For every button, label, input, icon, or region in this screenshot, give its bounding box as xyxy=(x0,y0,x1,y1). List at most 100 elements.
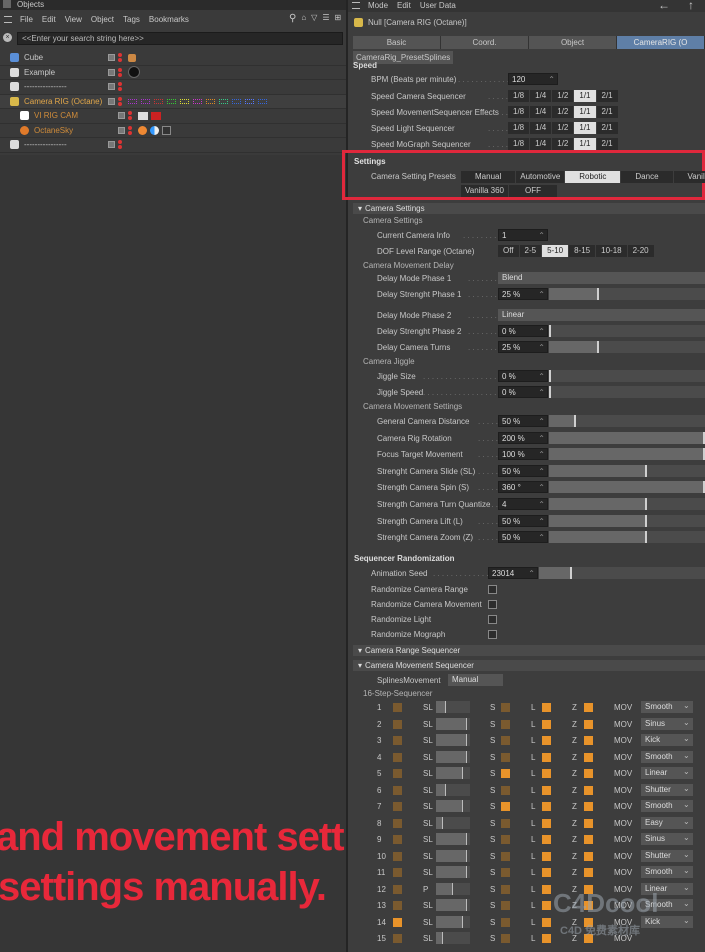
slider-handle[interactable] xyxy=(549,481,705,494)
lift-toggle[interactable] xyxy=(542,818,551,828)
stepper-arrows-icon[interactable]: ⌃ xyxy=(538,482,545,493)
lift-toggle[interactable] xyxy=(542,785,551,795)
stepper-arrows-icon[interactable]: ⌃ xyxy=(538,387,545,398)
slider-handle[interactable] xyxy=(539,567,572,579)
menu-object[interactable]: Object xyxy=(91,13,114,26)
slider-handle[interactable] xyxy=(549,431,705,444)
tag-icon[interactable] xyxy=(206,98,215,104)
jiggle-slider[interactable] xyxy=(549,386,705,398)
lift-toggle[interactable] xyxy=(542,802,551,811)
spin-toggle[interactable] xyxy=(501,736,510,745)
visibility-checkbox[interactable] xyxy=(108,141,115,149)
render-dots[interactable] xyxy=(118,82,122,92)
render-visibility-dot[interactable] xyxy=(118,87,122,92)
option-2-20[interactable]: 2-20 xyxy=(627,245,654,257)
chevron-down-icon[interactable]: ⌄ xyxy=(683,866,690,875)
object-name[interactable]: Cube xyxy=(24,53,108,62)
lift-toggle[interactable] xyxy=(542,752,551,762)
render-visibility-dot[interactable] xyxy=(128,130,132,135)
lift-toggle[interactable] xyxy=(542,835,551,844)
spin-toggle[interactable] xyxy=(501,884,510,894)
chevron-down-icon[interactable]: ⌄ xyxy=(683,817,690,826)
expand-icon[interactable]: ⊞ xyxy=(335,13,342,24)
lift-toggle[interactable] xyxy=(542,868,551,877)
step-toggle[interactable] xyxy=(393,769,402,778)
option-1/4[interactable]: 1/4 xyxy=(530,106,552,118)
slider-handle[interactable] xyxy=(549,386,551,398)
slider-handle[interactable] xyxy=(436,915,463,928)
tag-icon[interactable] xyxy=(128,98,137,104)
step-slider[interactable] xyxy=(436,783,470,796)
render-dots[interactable] xyxy=(118,67,122,77)
stepper-arrows-icon[interactable]: ⌃ xyxy=(538,342,545,353)
range-sequencer-section[interactable]: ▾ Camera Range Sequencer xyxy=(353,645,705,656)
delay-slider[interactable] xyxy=(549,325,705,337)
option-1/1[interactable]: 1/1 xyxy=(574,90,596,102)
slider-handle[interactable] xyxy=(436,783,446,796)
jiggle-slider[interactable] xyxy=(549,370,705,382)
visibility-checkbox[interactable] xyxy=(108,83,115,91)
menu-edit[interactable]: Edit xyxy=(42,13,56,26)
step-slider[interactable] xyxy=(436,734,470,746)
clear-search-icon[interactable]: × xyxy=(3,33,12,42)
option-1/1[interactable]: 1/1 xyxy=(574,106,596,118)
zoom-toggle[interactable] xyxy=(584,851,593,861)
zoom-toggle[interactable] xyxy=(584,736,593,745)
editor-visibility-dot[interactable] xyxy=(118,140,122,145)
option-2/1[interactable]: 2/1 xyxy=(596,106,618,118)
splines-movement-dropdown[interactable]: Manual xyxy=(448,674,503,686)
collapse-arrow-icon[interactable]: ▾ xyxy=(358,646,362,655)
chevron-down-icon[interactable]: ⌄ xyxy=(683,751,690,760)
stepper-arrows-icon[interactable]: ⌃ xyxy=(528,568,535,579)
slider-handle[interactable] xyxy=(549,288,599,300)
menu-edit[interactable]: Edit xyxy=(397,0,411,12)
step-toggle[interactable] xyxy=(393,752,402,762)
step-slider[interactable] xyxy=(436,816,470,829)
render-visibility-dot[interactable] xyxy=(118,72,122,77)
tab-2[interactable]: Object xyxy=(529,36,617,49)
zoom-toggle[interactable] xyxy=(584,785,593,795)
object-row[interactable]: VI RIG CAM xyxy=(0,109,346,124)
option-2/1[interactable]: 2/1 xyxy=(596,122,618,134)
step-toggle[interactable] xyxy=(393,736,402,745)
step-slider[interactable] xyxy=(436,882,470,895)
slider-handle[interactable] xyxy=(549,464,647,477)
step-slider[interactable] xyxy=(436,767,470,779)
movement-slider[interactable] xyxy=(549,431,705,444)
zoom-toggle[interactable] xyxy=(584,752,593,762)
object-row[interactable]: ---------------- xyxy=(0,80,346,95)
preset-vanilla[interactable]: Vanilla xyxy=(673,171,705,183)
current-camera-field[interactable]: 1 ⌃ xyxy=(498,229,548,241)
stepper-arrows-icon[interactable]: ⌃ xyxy=(538,499,545,510)
chevron-down-icon[interactable]: ⌄ xyxy=(683,718,690,727)
slider-handle[interactable] xyxy=(436,833,467,845)
movement-slider[interactable] xyxy=(549,448,705,461)
zoom-toggle[interactable] xyxy=(584,703,593,712)
option-5-10[interactable]: 5-10 xyxy=(542,245,569,257)
layers-icon[interactable]: ☰ xyxy=(322,13,329,24)
preset-robotic[interactable]: Robotic xyxy=(565,171,621,183)
chevron-down-icon[interactable]: ⌄ xyxy=(683,701,690,710)
tag-icon[interactable] xyxy=(232,98,241,104)
zoom-toggle[interactable] xyxy=(584,802,593,811)
spin-toggle[interactable] xyxy=(501,901,510,910)
option-10-18[interactable]: 10-18 xyxy=(596,245,627,257)
slider-handle[interactable] xyxy=(436,800,463,812)
option-1/8[interactable]: 1/8 xyxy=(508,138,530,150)
zoom-toggle[interactable] xyxy=(584,719,593,729)
slider-handle[interactable] xyxy=(436,734,467,746)
movement-value-field[interactable]: 100 % ⌃ xyxy=(498,448,548,461)
editor-visibility-dot[interactable] xyxy=(118,67,122,72)
object-row[interactable]: Example xyxy=(0,65,346,80)
preset-off[interactable]: OFF xyxy=(509,185,557,197)
stepper-arrows-icon[interactable]: ⌃ xyxy=(538,516,545,527)
chevron-down-icon[interactable]: ⌄ xyxy=(683,800,690,809)
movement-slider[interactable] xyxy=(549,464,705,477)
editor-visibility-dot[interactable] xyxy=(128,125,132,130)
render-visibility-dot[interactable] xyxy=(118,145,122,150)
collapse-arrow-icon[interactable]: ▾ xyxy=(358,204,362,213)
slider-handle[interactable] xyxy=(436,932,443,944)
option-8-15[interactable]: 8-15 xyxy=(569,245,596,257)
visibility-checkbox[interactable] xyxy=(108,54,115,62)
slider-handle[interactable] xyxy=(549,325,551,337)
